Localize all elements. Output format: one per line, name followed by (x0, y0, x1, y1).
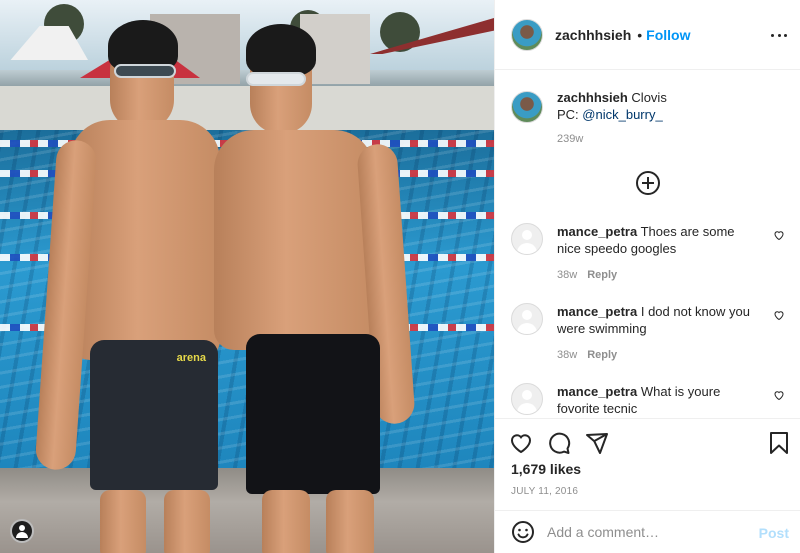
avatar[interactable] (511, 303, 543, 335)
share-icon[interactable] (585, 431, 609, 455)
post-caption: zachhhsieh Clovis PC: @nick_burry_ 239w (511, 89, 777, 148)
comment-timestamp[interactable]: 38w (557, 349, 577, 361)
follow-button[interactable]: Follow (646, 27, 690, 43)
tagged-users-icon[interactable] (10, 519, 34, 543)
suit-brand: arena (176, 352, 206, 364)
heart-icon[interactable] (509, 431, 533, 455)
comment-body: mance_petra What is youre fovorite tecni… (557, 383, 759, 417)
caption-prefix: PC: (557, 107, 583, 122)
heart-icon[interactable] (773, 389, 785, 401)
emoji-icon[interactable] (511, 520, 535, 544)
bookmark-icon[interactable] (767, 431, 791, 455)
post-side-panel: zachhhsieh • Follow zachhhsieh Clovis PC… (494, 0, 800, 553)
comment-icon[interactable] (547, 431, 571, 455)
comment-username[interactable]: mance_petra (557, 224, 637, 239)
caption-username[interactable]: zachhhsieh (557, 90, 628, 105)
leg (100, 490, 146, 553)
goggles (246, 72, 306, 86)
comment-item: mance_petra What is youre fovorite tecni… (511, 383, 795, 417)
avatar[interactable] (511, 383, 543, 415)
leg (262, 490, 310, 553)
reply-button[interactable]: Reply (587, 349, 617, 361)
likes-count[interactable]: 1,679 likes (511, 461, 581, 477)
post-photo[interactable]: arena (0, 0, 494, 553)
post-button[interactable]: Post (759, 525, 789, 541)
comment-username[interactable]: mance_petra (557, 304, 637, 319)
swimsuit (246, 334, 380, 494)
comments-list[interactable]: zachhhsieh Clovis PC: @nick_burry_ 239w … (495, 71, 800, 418)
swim-cap (246, 24, 316, 76)
torso (214, 130, 374, 350)
avatar[interactable] (511, 18, 543, 51)
leg (164, 490, 210, 553)
avatar[interactable] (511, 91, 543, 123)
caption-body: zachhhsieh Clovis PC: @nick_burry_ 239w (557, 89, 777, 148)
comment-item: mance_petra Thoes are some nice speedo g… (511, 223, 795, 284)
username-link[interactable]: zachhhsieh (555, 27, 631, 43)
comment-body: mance_petra Thoes are some nice speedo g… (557, 223, 759, 284)
comment-body: mance_petra I dod not know you were swim… (557, 303, 759, 364)
comment-meta: 38w Reply (557, 267, 759, 284)
heart-icon[interactable] (773, 229, 785, 241)
reply-button[interactable]: Reply (587, 269, 617, 281)
caption-mention[interactable]: @nick_burry_ (582, 107, 662, 122)
swimmer-right (206, 24, 416, 553)
goggles (114, 64, 176, 78)
comment-input[interactable] (547, 524, 747, 540)
heart-icon[interactable] (773, 309, 785, 321)
leg (326, 490, 374, 553)
comment-item: mance_petra I dod not know you were swim… (511, 303, 795, 364)
post-date[interactable]: JULY 11, 2016 (511, 486, 578, 497)
plus-circle-icon[interactable] (636, 171, 660, 195)
comment-meta: 38w Reply (557, 347, 759, 364)
avatar[interactable] (511, 223, 543, 255)
caption-timestamp[interactable]: 239w (557, 131, 777, 148)
post-header: zachhhsieh • Follow (495, 0, 800, 70)
comment-timestamp[interactable]: 38w (557, 269, 577, 281)
comment-username[interactable]: mance_petra (557, 384, 637, 399)
separator-dot: • (637, 26, 643, 43)
more-options-icon[interactable] (771, 27, 787, 43)
caption-location: Clovis (631, 90, 667, 105)
post-actions: 1,679 likes JULY 11, 2016 (495, 418, 800, 510)
add-comment-bar: Post (495, 510, 800, 553)
swimsuit: arena (90, 340, 218, 490)
